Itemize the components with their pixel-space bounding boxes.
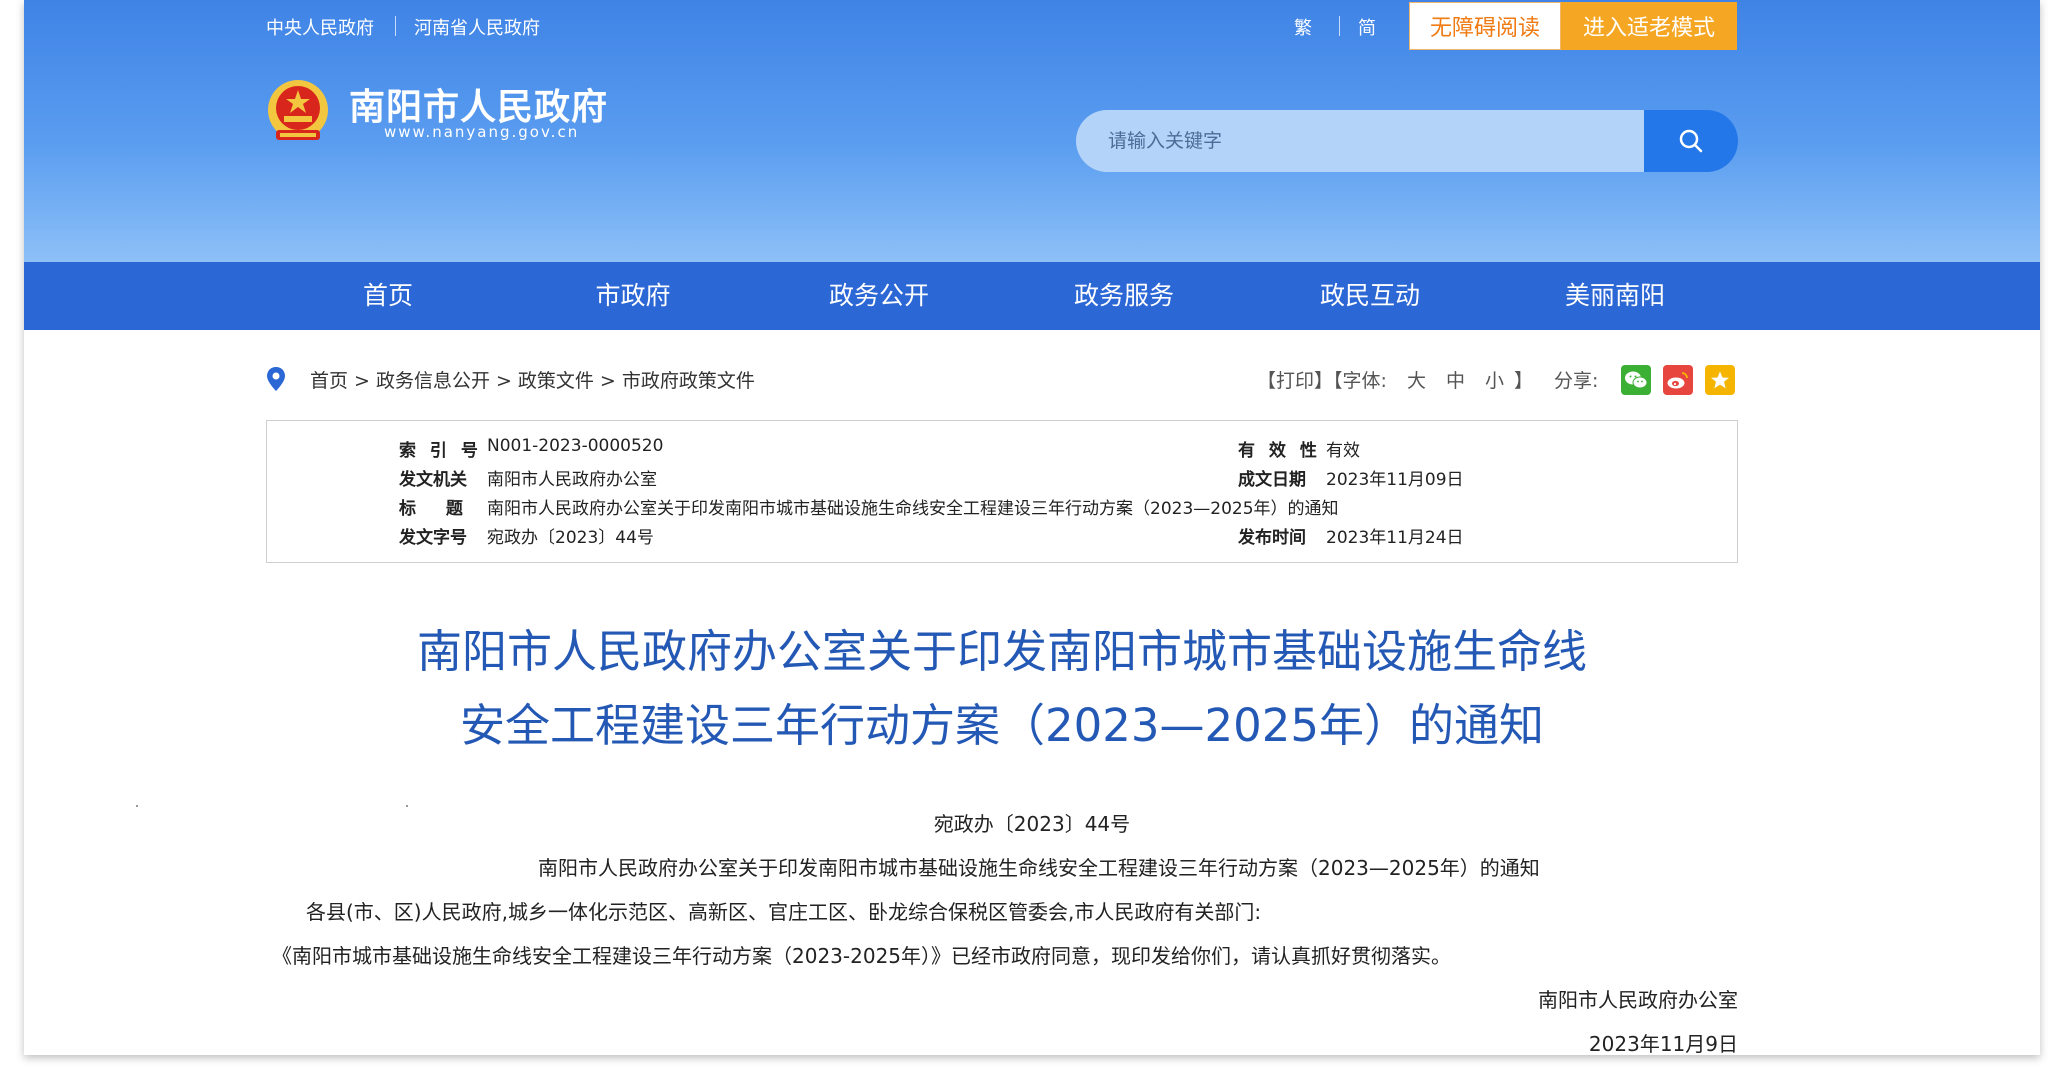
divider — [395, 16, 396, 36]
stray-dot — [406, 805, 408, 807]
nav-home[interactable]: 首页 — [363, 262, 413, 330]
document-subtitle: 南阳市人民政府办公室关于印发南阳市城市基础设施生命线安全工程建设三年行动方案（2… — [538, 856, 1540, 880]
document-date: 2023年11月9日 — [1588, 1032, 1738, 1055]
nav-government-affairs-disclosure[interactable]: 政务公开 — [829, 262, 929, 330]
search-button[interactable] — [1644, 110, 1738, 172]
breadcrumb-policy-files[interactable]: 政策文件 — [518, 370, 594, 392]
breadcrumb-home[interactable]: 首页 — [310, 370, 348, 392]
favorite-button[interactable] — [1705, 365, 1735, 395]
info-value-title: 南阳市人民政府办公室关于印发南阳市城市基础设施生命线安全工程建设三年行动方案（2… — [487, 499, 1339, 519]
font-small-link[interactable]: 小 — [1485, 370, 1504, 392]
breadcrumb-city-policy-files[interactable]: 市政府政策文件 — [622, 370, 755, 392]
font-large-link[interactable]: 大 — [1407, 370, 1426, 392]
info-label-date-made: 成文日期 — [1238, 470, 1306, 490]
main-nav: 首页 市政府 政务公开 政务服务 政民互动 美丽南阳 — [24, 262, 2040, 330]
document-title: 南阳市人民政府办公室关于印发南阳市城市基础设施生命线 安全工程建设三年行动方案（… — [266, 615, 1738, 763]
link-henan-government[interactable]: 河南省人民政府 — [414, 14, 540, 40]
national-emblem-icon — [268, 80, 328, 140]
nav-beautiful-nanyang[interactable]: 美丽南阳 — [1565, 262, 1665, 330]
breadcrumb-separator: > — [495, 370, 512, 392]
info-value-validity: 有效 — [1326, 441, 1360, 461]
document-info-table: 索 引 号 N001-2023-0000520 有 效 性 有效 发文机关 南阳… — [266, 420, 1738, 563]
info-label-doc-number: 发文字号 — [399, 528, 467, 548]
document-signature: 南阳市人民政府办公室 — [1538, 988, 1738, 1012]
info-label-publish-date: 发布时间 — [1238, 528, 1306, 548]
share-wechat-button[interactable] — [1621, 365, 1651, 395]
info-value-index: N001-2023-0000520 — [487, 436, 664, 456]
document-title-line-1: 南阳市人民政府办公室关于印发南阳市城市基础设施生命线 — [416, 625, 1587, 678]
breadcrumb-disclosure[interactable]: 政务信息公开 — [376, 370, 490, 392]
info-label-validity: 有 效 性 — [1238, 441, 1321, 461]
nav-interaction[interactable]: 政民互动 — [1320, 262, 1420, 330]
wechat-icon — [1625, 371, 1648, 389]
lang-traditional[interactable]: 繁 — [1294, 14, 1312, 40]
breadcrumb: 首页 > 政务信息公开 > 政策文件 > 市政府政策文件 — [310, 366, 755, 393]
info-value-publish-date: 2023年11月24日 — [1326, 528, 1464, 548]
document-body-paragraph: 《南阳市城市基础设施生命线安全工程建设三年行动方案（2023-2025年）》已经… — [272, 944, 1452, 968]
info-label-issuer: 发文机关 — [399, 470, 467, 490]
share-weibo-button[interactable] — [1663, 365, 1693, 395]
accessibility-button[interactable]: 无障碍阅读 — [1409, 2, 1561, 50]
weibo-icon — [1667, 372, 1688, 389]
lang-simplified[interactable]: 简 — [1358, 14, 1376, 40]
document-title-line-2: 安全工程建设三年行动方案（2023—2025年）的通知 — [459, 699, 1545, 752]
font-size-bracket: 】 — [1514, 370, 1534, 392]
share-label: 分享: — [1554, 370, 1599, 392]
font-size-label: 【字体: — [1333, 370, 1387, 392]
search-icon — [1679, 129, 1703, 153]
stray-dot — [136, 805, 138, 807]
breadcrumb-separator: > — [354, 370, 370, 392]
search-input[interactable] — [1076, 110, 1644, 172]
info-value-date-made: 2023年11月09日 — [1326, 470, 1464, 490]
nav-city-government[interactable]: 市政府 — [595, 262, 670, 330]
page-tools: 【打印】【字体: 大中小】 — [1257, 366, 1537, 393]
site-url: www.nanyang.gov.cn — [384, 123, 580, 141]
info-value-doc-number: 宛政办〔2023〕44号 — [487, 528, 654, 548]
document-number: 宛政办〔2023〕44号 — [24, 808, 2040, 837]
document-number-text: 宛政办〔2023〕44号 — [933, 812, 1131, 836]
page: 中央人民政府 河南省人民政府 繁 简 无障碍阅读 进入适老模式 南阳市人民政府 … — [0, 0, 2053, 1077]
search-bar — [1076, 110, 1738, 172]
font-medium-link[interactable]: 中 — [1446, 370, 1465, 392]
info-label-title: 标 题 — [399, 499, 463, 519]
info-value-issuer: 南阳市人民政府办公室 — [487, 470, 657, 490]
divider — [1339, 16, 1340, 36]
location-pin-icon — [267, 367, 285, 391]
star-icon — [1711, 371, 1729, 389]
nav-government-services[interactable]: 政务服务 — [1074, 262, 1174, 330]
elder-mode-button[interactable]: 进入适老模式 — [1561, 2, 1737, 50]
document-addressee: 各县(市、区)人民政府,城乡一体化示范区、高新区、官庄工区、卧龙综合保税区管委会… — [306, 900, 1262, 924]
browser-page: 中央人民政府 河南省人民政府 繁 简 无障碍阅读 进入适老模式 南阳市人民政府 … — [24, 0, 2040, 1055]
site-header: 中央人民政府 河南省人民政府 繁 简 无障碍阅读 进入适老模式 南阳市人民政府 … — [24, 0, 2040, 262]
info-label-index: 索 引 号 — [399, 441, 482, 461]
breadcrumb-separator: > — [599, 370, 616, 392]
link-central-government[interactable]: 中央人民政府 — [266, 14, 374, 40]
print-link[interactable]: 【打印】 — [1257, 370, 1333, 392]
